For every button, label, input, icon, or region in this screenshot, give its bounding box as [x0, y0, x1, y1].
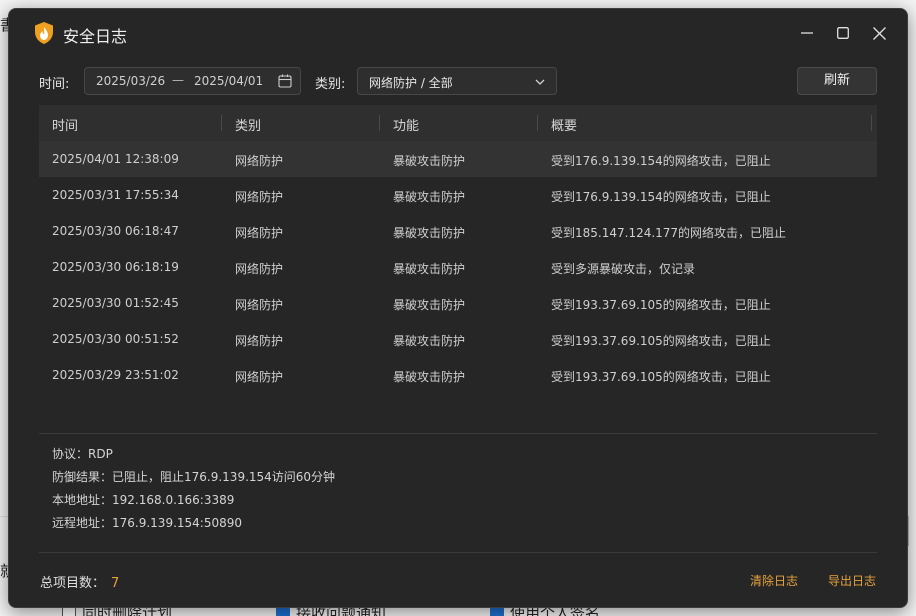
time-label: 时间:	[39, 77, 70, 92]
shield-flame-icon	[35, 22, 53, 44]
minimize-icon	[801, 32, 813, 34]
row-function: 暴破攻击防护	[393, 262, 466, 276]
close-icon	[872, 26, 886, 40]
table-row[interactable]: 2025/03/30 01:52:45 网络防护 暴破攻击防护 受到193.37…	[39, 285, 877, 321]
total-label: 总项目数：	[40, 576, 106, 591]
row-summary: 受到多源暴破攻击，仅记录	[551, 262, 696, 276]
column-divider[interactable]	[221, 115, 222, 131]
row-function: 暴破攻击防护	[393, 226, 466, 240]
maximize-button[interactable]	[833, 23, 853, 43]
detail-protocol: 协议：RDP	[52, 447, 113, 461]
date-separator: —	[172, 73, 184, 87]
column-divider[interactable]	[871, 115, 872, 131]
background-control-edge	[908, 516, 916, 546]
table-row[interactable]: 2025/03/30 06:18:47 网络防护 暴破攻击防护 受到185.14…	[39, 213, 877, 249]
row-category: 网络防护	[235, 190, 284, 204]
row-time: 2025/03/30 06:18:47	[52, 224, 179, 238]
row-summary: 受到176.9.139.154的网络攻击，已阻止	[551, 190, 771, 204]
column-header-time[interactable]: 时间	[52, 115, 78, 134]
window-title: 安全日志	[63, 27, 128, 46]
row-time: 2025/03/30 06:18:19	[52, 260, 179, 274]
column-divider[interactable]	[379, 115, 380, 131]
filter-toolbar: 时间: 2025/03/26 — 2025/04/01 类别: 网络防护 / 全…	[39, 67, 879, 95]
row-category: 网络防护	[235, 154, 284, 168]
total-count: 总项目数： 7	[40, 572, 119, 591]
detail-result: 防御结果：已阻止，阻止176.9.139.154访问60分钟	[52, 470, 336, 484]
end-date: 2025/04/01	[194, 74, 264, 88]
maximize-icon	[837, 27, 849, 39]
table-row[interactable]: 2025/03/30 06:18:19 网络防护 暴破攻击防护 受到多源暴破攻击…	[39, 249, 877, 285]
category-select[interactable]: 网络防护 / 全部	[357, 67, 557, 95]
column-divider[interactable]	[537, 115, 538, 131]
row-function: 暴破攻击防护	[393, 154, 466, 168]
table-row[interactable]: 2025/03/31 17:55:34 网络防护 暴破攻击防护 受到176.9.…	[39, 177, 877, 213]
title-bar[interactable]: 安全日志	[9, 9, 907, 57]
category-value: 网络防护 / 全部	[369, 76, 453, 90]
details-divider	[39, 433, 877, 434]
row-function: 暴破攻击防护	[393, 190, 466, 204]
minimize-button[interactable]	[797, 23, 817, 43]
export-log-link[interactable]: 导出日志	[828, 572, 876, 589]
clear-log-link[interactable]: 清除日志	[750, 572, 798, 589]
detail-local-address: 本地地址：192.168.0.166:3389	[52, 493, 235, 507]
row-category: 网络防护	[235, 370, 284, 384]
category-label: 类别:	[315, 77, 346, 92]
start-date: 2025/03/26	[96, 74, 166, 88]
row-summary: 受到193.37.69.105的网络攻击，已阻止	[551, 334, 771, 348]
row-summary: 受到193.37.69.105的网络攻击，已阻止	[551, 298, 771, 312]
log-table: 时间 类别 功能 概要 2025/04/01 12:38:09 网络防护 暴破攻…	[39, 105, 877, 393]
detail-panel: 协议：RDP 防御结果：已阻止，阻止176.9.139.154访问60分钟 本地…	[52, 445, 335, 537]
row-category: 网络防护	[235, 226, 284, 240]
row-category: 网络防护	[235, 298, 284, 312]
column-header-summary[interactable]: 概要	[551, 115, 577, 134]
row-category: 网络防护	[235, 262, 284, 276]
row-function: 暴破攻击防护	[393, 298, 466, 312]
column-header-function[interactable]: 功能	[393, 115, 419, 134]
date-range-picker[interactable]: 2025/03/26 — 2025/04/01	[84, 67, 301, 95]
total-number: 7	[111, 576, 120, 591]
detail-remote-address: 远程地址：176.9.139.154:50890	[52, 516, 243, 530]
row-time: 2025/03/31 17:55:34	[52, 188, 179, 202]
row-category: 网络防护	[235, 334, 284, 348]
table-row[interactable]: 2025/04/01 12:38:09 网络防护 暴破攻击防护 受到176.9.…	[39, 141, 877, 177]
row-function: 暴破攻击防护	[393, 334, 466, 348]
row-time: 2025/04/01 12:38:09	[52, 152, 179, 166]
row-time: 2025/03/30 00:51:52	[52, 332, 179, 346]
table-header: 时间 类别 功能 概要	[39, 105, 877, 141]
row-time: 2025/03/30 01:52:45	[52, 296, 179, 310]
row-summary: 受到176.9.139.154的网络攻击，已阻止	[551, 154, 771, 168]
refresh-button[interactable]: 刷新	[797, 67, 877, 95]
row-function: 暴破攻击防护	[393, 370, 466, 384]
close-button[interactable]	[869, 23, 889, 43]
row-summary: 受到193.37.69.105的网络攻击，已阻止	[551, 370, 771, 384]
row-time: 2025/03/29 23:51:02	[52, 368, 179, 382]
chevron-down-icon	[535, 79, 545, 85]
table-row[interactable]: 2025/03/30 00:51:52 网络防护 暴破攻击防护 受到193.37…	[39, 321, 877, 357]
table-row[interactable]: 2025/03/29 23:51:02 网络防护 暴破攻击防护 受到193.37…	[39, 357, 877, 393]
row-summary: 受到185.147.124.177的网络攻击，已阻止	[551, 226, 787, 240]
column-header-category[interactable]: 类别	[235, 115, 261, 134]
footer-divider	[39, 552, 877, 553]
calendar-icon	[278, 74, 292, 88]
security-log-window: 安全日志 时间: 2025/03/26 — 2025/04/01 类别: 网络防…	[8, 8, 908, 608]
